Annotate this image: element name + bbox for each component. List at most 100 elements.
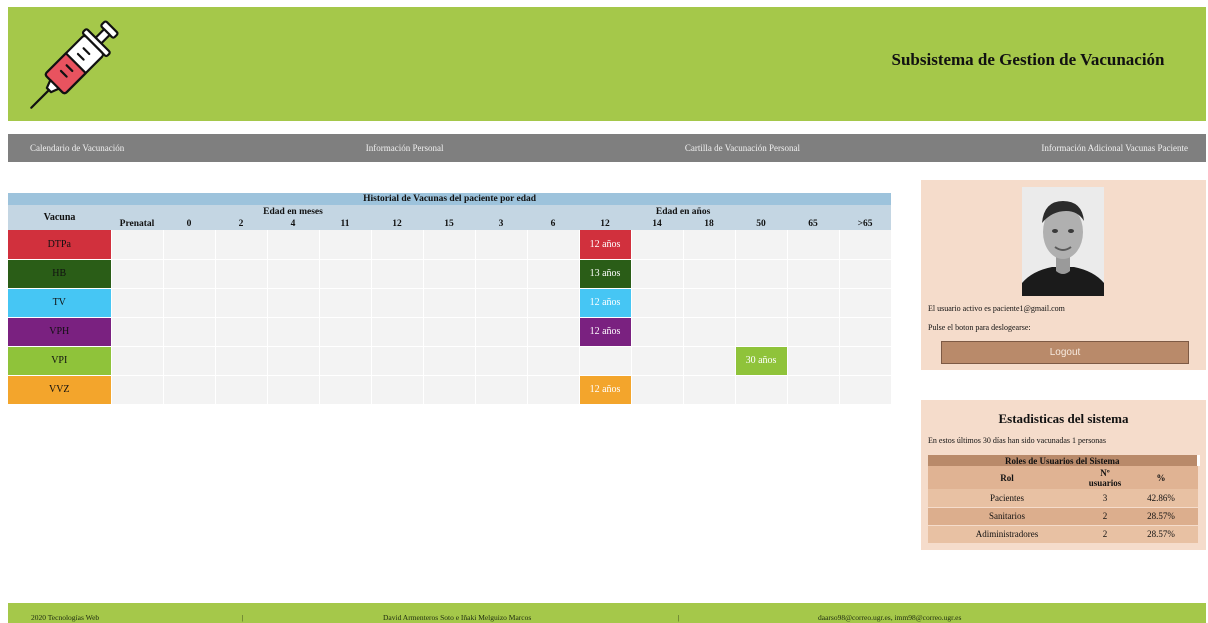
empty-cell (371, 230, 424, 260)
nav-informacion-adicional[interactable]: Información Adicional Vacunas Paciente (1041, 143, 1188, 153)
footer-separator: | (678, 613, 680, 622)
empty-cell (267, 259, 320, 289)
dose-cell: 12 años (579, 288, 632, 318)
empty-cell (319, 346, 372, 376)
empty-cell (111, 346, 164, 376)
table-row: HB 13 años (8, 259, 892, 289)
age-month-header: 12 (371, 218, 423, 230)
empty-cell (527, 230, 580, 260)
table-row: VPI 30 años (8, 346, 892, 376)
vaccine-name-cell: DTPa (8, 230, 112, 260)
active-user-text: El usuario activo es paciente1@gmail.com (928, 304, 1065, 313)
avatar (1022, 187, 1104, 296)
empty-cell (163, 317, 216, 347)
empty-cell (215, 230, 268, 260)
empty-cell (631, 317, 684, 347)
count-header: Nº usuarios (1086, 466, 1124, 489)
empty-cell (787, 288, 840, 318)
empty-cell (163, 375, 216, 405)
empty-cell (371, 317, 424, 347)
empty-cell (527, 317, 580, 347)
empty-cell (631, 230, 684, 260)
table-row: Sanitarios 2 28.57% (928, 507, 1199, 526)
empty-cell (319, 288, 372, 318)
empty-cell (111, 375, 164, 405)
vaccine-name-cell: VPI (8, 346, 112, 376)
age-month-header: 0 (163, 218, 215, 230)
empty-cell (475, 288, 528, 318)
table-row: Pacientes 3 42.86% (928, 489, 1199, 508)
user-photo (1022, 187, 1104, 296)
empty-cell (111, 317, 164, 347)
roles-table-caption: Roles de Usuarios del Sistema (928, 455, 1200, 466)
vaccine-history-table: Historial de Vacunas del paciente por ed… (8, 193, 892, 405)
age-year-header: 14 (631, 218, 683, 230)
empty-cell (631, 288, 684, 318)
empty-cell (787, 259, 840, 289)
empty-cell (631, 375, 684, 405)
empty-cell (735, 259, 788, 289)
empty-cell (267, 375, 320, 405)
age-year-header: 65 (787, 218, 839, 230)
site-header: Subsistema de Gestion de Vacunación (8, 7, 1206, 121)
empty-cell (735, 288, 788, 318)
empty-cell (371, 259, 424, 289)
empty-cell (839, 288, 892, 318)
empty-cell (787, 230, 840, 260)
empty-cell (787, 346, 840, 376)
footer-emails: daarso98@correo.ugr.es, imm98@correo.ugr… (818, 613, 962, 622)
role-cell: Pacientes (928, 489, 1086, 508)
empty-cell (683, 259, 736, 289)
empty-cell (267, 346, 320, 376)
empty-cell (527, 375, 580, 405)
table-row: VPH 12 años (8, 317, 892, 347)
profile-panel: El usuario activo es paciente1@gmail.com… (921, 180, 1206, 370)
roles-table: Roles de Usuarios del Sistema Rol Nº usu… (928, 455, 1200, 544)
age-month-header: 2 (215, 218, 267, 230)
empty-cell (215, 259, 268, 289)
years-group-header: Edad en años (475, 205, 892, 218)
empty-cell (111, 288, 164, 318)
vaccine-name-cell: TV (8, 288, 112, 318)
empty-cell (475, 346, 528, 376)
empty-cell (787, 317, 840, 347)
empty-cell (163, 288, 216, 318)
pct-cell: 28.57% (1124, 507, 1199, 526)
table-row: Adiministradores 2 28.57% (928, 525, 1199, 544)
site-title: Subsistema de Gestion de Vacunación (891, 50, 1165, 69)
nav-informacion-personal[interactable]: Información Personal (366, 143, 444, 153)
months-group-header: Edad en meses (111, 205, 475, 218)
empty-cell (475, 317, 528, 347)
empty-cell (839, 375, 892, 405)
nav-cartilla[interactable]: Cartilla de Vacunación Personal (685, 143, 800, 153)
empty-cell (371, 346, 424, 376)
empty-cell (215, 317, 268, 347)
age-year-header: >65 (839, 218, 892, 230)
main-nav: Calendario de Vacunación Información Per… (8, 134, 1206, 162)
empty-cell (423, 259, 476, 289)
empty-cell (839, 230, 892, 260)
stats-panel: Estadisticas del sistema En estos último… (921, 400, 1206, 550)
empty-cell (423, 288, 476, 318)
empty-cell (267, 317, 320, 347)
footer-separator: | (242, 613, 244, 622)
role-cell: Adiministradores (928, 525, 1086, 544)
empty-cell (111, 230, 164, 260)
empty-cell (423, 375, 476, 405)
age-year-header: 3 (475, 218, 527, 230)
dose-cell: 13 años (579, 259, 632, 289)
nav-calendario[interactable]: Calendario de Vacunación (30, 143, 124, 153)
logout-button[interactable]: Logout (941, 341, 1189, 364)
empty-cell (527, 346, 580, 376)
empty-cell (683, 346, 736, 376)
age-year-header: 50 (735, 218, 787, 230)
empty-cell (215, 346, 268, 376)
empty-cell (631, 259, 684, 289)
empty-cell (319, 375, 372, 405)
empty-cell (735, 317, 788, 347)
footer-authors: David Armenteros Soto e Iñaki Melguizo M… (383, 613, 532, 622)
empty-cell (683, 375, 736, 405)
empty-cell (475, 230, 528, 260)
empty-cell (839, 317, 892, 347)
syringe-icon (30, 20, 119, 109)
